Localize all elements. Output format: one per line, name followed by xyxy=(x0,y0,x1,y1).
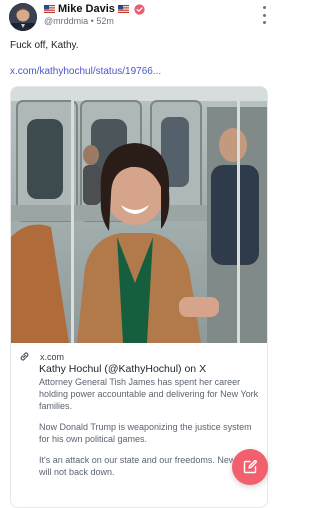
card-domain: x.com xyxy=(40,351,65,362)
post-link[interactable]: x.com/kathyhochul/status/19766... xyxy=(10,66,161,77)
card-preview-image[interactable] xyxy=(11,87,267,343)
link-icon xyxy=(20,352,29,361)
compose-button[interactable] xyxy=(232,449,268,485)
avatar[interactable] xyxy=(9,3,37,31)
card-description-paragraph: It's an attack on our state and our free… xyxy=(39,455,256,477)
author-handle[interactable]: @mrddmia xyxy=(44,16,88,26)
card-domain-row: x.com xyxy=(19,351,64,362)
post-timestamp[interactable]: 52m xyxy=(96,16,114,26)
author-name[interactable]: Mike Davis xyxy=(58,3,115,15)
card-description: Attorney General Tish James has spent he… xyxy=(39,376,261,487)
link-preview-card[interactable]: x.com Kathy Hochul (@KathyHochul) on X A… xyxy=(10,86,268,508)
post-header: Mike Davis @mrddmia • 52m xyxy=(0,0,278,34)
us-flag-icon xyxy=(44,5,55,13)
more-options-icon[interactable] xyxy=(258,6,270,24)
post-meta: @mrddmia • 52m xyxy=(44,16,114,28)
card-description-paragraph: Now Donald Trump is weaponizing the just… xyxy=(39,422,252,444)
card-title[interactable]: Kathy Hochul (@KathyHochul) on X xyxy=(39,363,206,375)
meta-separator: • xyxy=(90,16,94,26)
card-description-paragraph: Attorney General Tish James has spent he… xyxy=(39,377,259,411)
us-flag-icon xyxy=(117,5,129,13)
compose-icon xyxy=(243,460,257,474)
post-text: Fuck off, Kathy. xyxy=(10,40,79,51)
author-line: Mike Davis xyxy=(44,2,145,16)
verified-badge-icon xyxy=(134,3,145,15)
